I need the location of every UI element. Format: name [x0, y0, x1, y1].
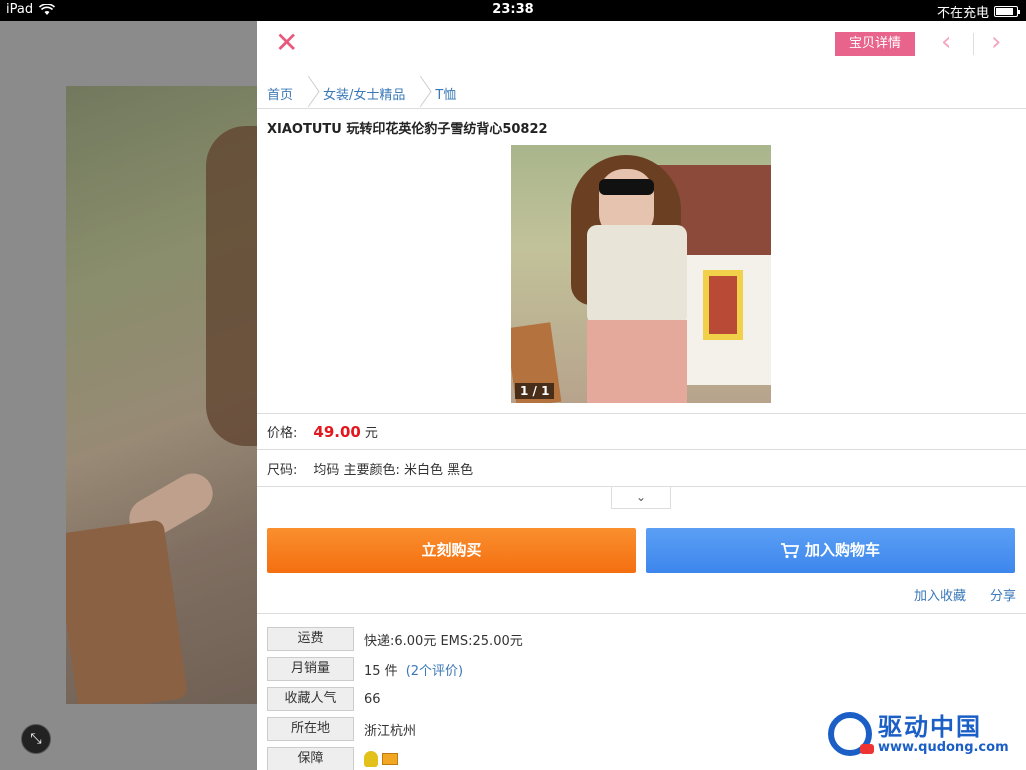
panel-header: ✕ 宝贝详情 ‹ › [257, 21, 1026, 71]
breadcrumb: 首页 女装/女士精品 T恤 [257, 79, 1026, 109]
battery-icon [994, 6, 1020, 17]
info-row-location: 所在地 浙江杭州 [267, 714, 523, 744]
info-label: 收藏人气 [267, 687, 354, 711]
breadcrumb-separator [303, 79, 313, 109]
watermark: 驱动中国 www.qudong.com [828, 712, 1009, 756]
secondary-actions: 加入收藏 分享 [914, 585, 1016, 604]
status-time: 23:38 [492, 2, 534, 17]
info-value: 66 [364, 691, 381, 707]
add-to-cart-label: 加入购物车 [804, 541, 880, 559]
price-unit: 元 [364, 426, 378, 441]
price-value: 49.00 [313, 422, 361, 441]
product-detail-panel: ✕ 宝贝详情 ‹ › 首页 女装/女士精品 T恤 XIAOTUTU 玩转印花英伦… [257, 21, 1026, 770]
breadcrumb-subcategory[interactable]: T恤 [435, 84, 456, 103]
section-divider [257, 613, 1026, 614]
reviews-link[interactable]: (2个评价) [406, 660, 463, 679]
info-label: 所在地 [267, 717, 354, 741]
size-label: 尺码: [267, 462, 298, 478]
chevron-left-icon[interactable]: ‹ [941, 29, 951, 55]
chevron-right-icon[interactable]: › [991, 29, 1001, 55]
size-value: 均码 主要颜色: 米白色 黑色 [313, 462, 474, 478]
breadcrumb-category[interactable]: 女装/女士精品 [323, 84, 405, 103]
info-row-favorites: 收藏人气 66 [267, 684, 523, 714]
fullscreen-toggle-icon[interactable]: ⤡ [21, 724, 51, 754]
share-link[interactable]: 分享 [990, 585, 1016, 604]
info-label: 保障 [267, 747, 354, 770]
price-row: 价格: 49.00 元 [257, 413, 1026, 450]
image-counter: 1 / 1 [515, 383, 555, 399]
info-label: 月销量 [267, 657, 354, 681]
breadcrumb-separator [415, 79, 425, 109]
buy-now-button[interactable]: 立刻购买 [267, 528, 636, 573]
add-to-cart-button[interactable]: 加入购物车 [646, 528, 1015, 573]
size-row: 尺码: 均码 主要颜色: 米白色 黑色 [257, 450, 1026, 487]
nav-divider [973, 33, 974, 55]
charging-status: 不在充电 [936, 6, 989, 21]
background-product-photo [66, 86, 257, 704]
product-image[interactable]: 1 / 1 [511, 145, 771, 403]
price-label: 价格: [267, 426, 298, 441]
close-icon[interactable]: ✕ [275, 29, 298, 57]
chevron-down-icon[interactable]: ⌄ [611, 487, 671, 509]
info-value: 15 件 [364, 663, 398, 679]
info-list: 运费 快递:6.00元 EMS:25.00元 月销量 15 件 (2个评价) 收… [267, 624, 523, 770]
cart-icon [780, 542, 799, 558]
payment-card-icon [382, 753, 398, 765]
breadcrumb-home[interactable]: 首页 [267, 84, 293, 103]
watermark-name: 驱动中国 [878, 712, 982, 741]
product-detail-button[interactable]: 宝贝详情 [835, 32, 915, 56]
info-value: 浙江杭州 [364, 723, 417, 739]
info-label: 运费 [267, 627, 354, 651]
add-favorite-link[interactable]: 加入收藏 [914, 585, 966, 604]
background-page [0, 21, 257, 770]
info-row-guarantee: 保障 [267, 744, 523, 770]
info-row-monthly-sales: 月销量 15 件 (2个评价) [267, 654, 523, 684]
guarantee-badge-icon [364, 751, 378, 767]
status-bar: iPad 23:38 不在充电 [0, 0, 1026, 21]
info-value: 快递:6.00元 EMS:25.00元 [364, 633, 523, 649]
info-row-shipping: 运费 快递:6.00元 EMS:25.00元 [267, 624, 523, 654]
watermark-url: www.qudong.com [878, 739, 1009, 755]
watermark-logo-icon [828, 712, 874, 756]
product-title: XIAOTUTU 玩转印花英伦豹子雪纺背心50822 [267, 122, 548, 137]
